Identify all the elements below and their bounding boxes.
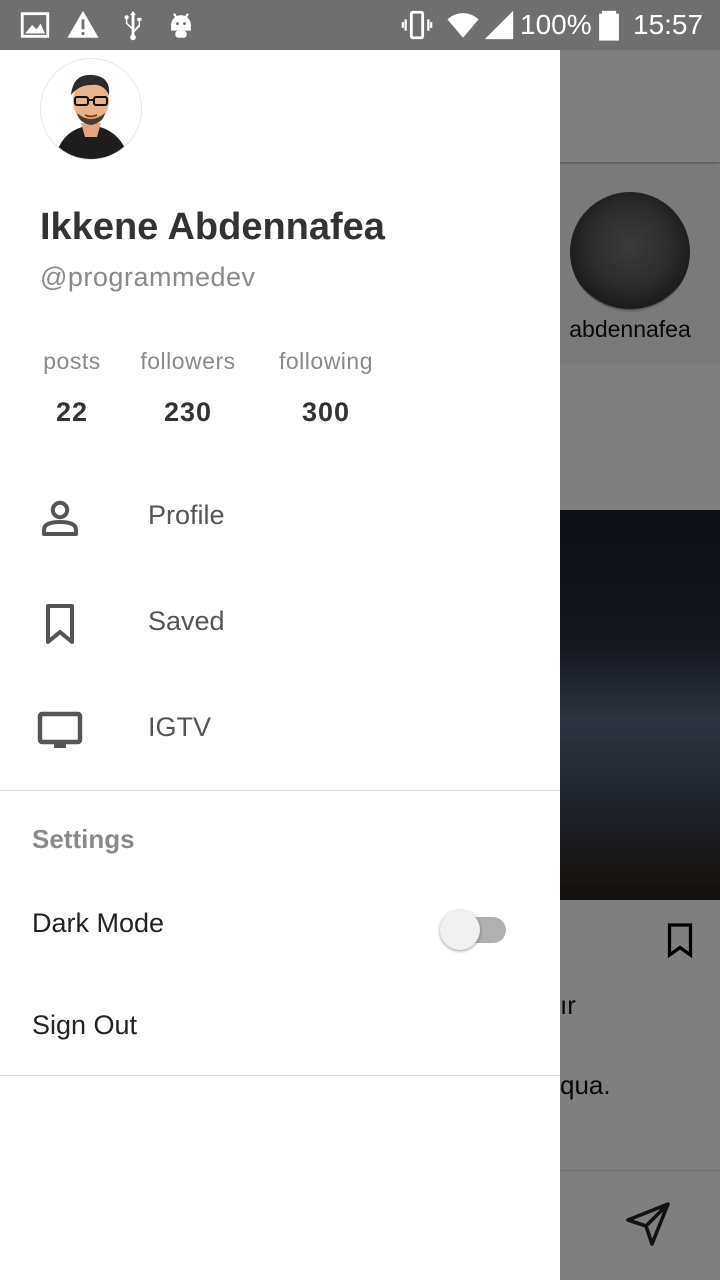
status-bar: 100% 15:57	[0, 0, 720, 50]
navigation-drawer: Ikkene Abdennafea @programmedev posts 22…	[0, 50, 560, 1280]
android-icon	[171, 13, 191, 38]
signal-icon	[484, 10, 514, 40]
settings-section-title: Settings	[32, 824, 135, 854]
stat-value: 22	[55, 397, 89, 427]
warning-icon	[67, 10, 99, 38]
stat-label: posts	[43, 348, 101, 374]
avatar-illustration	[41, 59, 141, 159]
menu-item-label: Saved	[148, 606, 225, 636]
menu-item-label: Profile	[148, 500, 225, 530]
battery-percent: 100%	[520, 9, 592, 40]
stat-followers[interactable]: followers 230	[134, 348, 242, 428]
stat-value: 300	[301, 397, 351, 427]
clock: 15:57	[633, 9, 704, 40]
person-icon	[42, 500, 78, 536]
divider	[0, 1075, 560, 1076]
image-icon	[20, 12, 50, 38]
menu-item-igtv[interactable]: IGTV	[0, 680, 560, 780]
menu-item-label: IGTV	[148, 712, 212, 742]
avatar[interactable]	[40, 58, 142, 160]
sign-out-button[interactable]: Sign Out	[32, 1010, 137, 1041]
usb-icon	[124, 10, 142, 41]
stat-posts[interactable]: posts 22	[40, 348, 104, 428]
stat-following[interactable]: following 300	[272, 348, 380, 428]
battery-icon	[599, 10, 619, 41]
stat-label: following	[279, 348, 373, 374]
toggle-thumb	[440, 910, 480, 950]
stat-label: followers	[140, 348, 236, 374]
stat-value: 230	[163, 397, 213, 427]
dark-mode-toggle[interactable]	[440, 910, 510, 950]
user-full-name: Ikkene Abdennafea	[40, 206, 385, 248]
tv-icon	[37, 711, 83, 748]
menu-item-profile[interactable]: Profile	[0, 468, 560, 568]
menu-item-saved[interactable]: Saved	[0, 574, 560, 674]
dark-mode-label: Dark Mode	[32, 908, 165, 938]
wifi-icon	[447, 13, 479, 38]
divider	[0, 790, 560, 791]
vibrate-icon	[401, 10, 433, 40]
user-handle: @programmedev	[40, 262, 256, 292]
bookmark-icon	[46, 604, 74, 644]
